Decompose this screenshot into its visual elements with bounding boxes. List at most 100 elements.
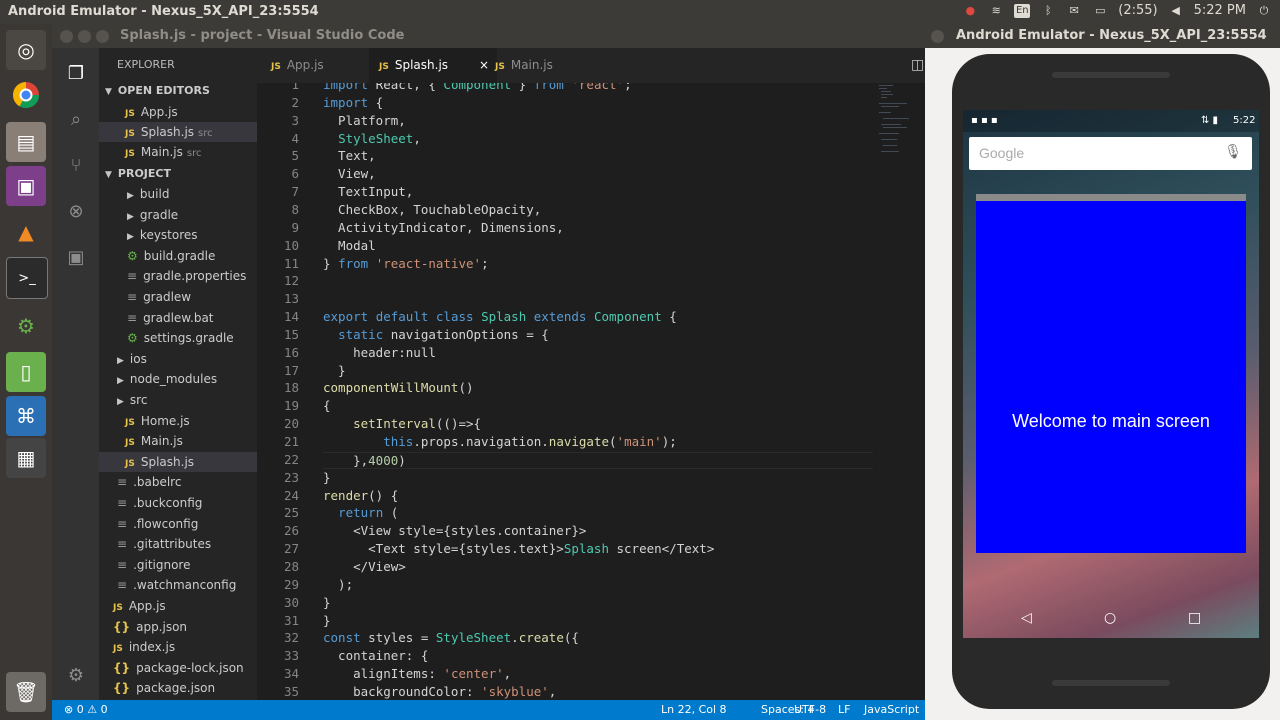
- code-line[interactable]: }: [323, 470, 331, 485]
- mic-icon[interactable]: 🎙: [1224, 144, 1242, 160]
- tree-file[interactable]: ≡ .gitignore: [99, 555, 275, 575]
- problems-indicator[interactable]: ⊗ 0 ⚠ 0: [64, 703, 108, 716]
- tree-file[interactable]: JS index.js: [99, 637, 271, 657]
- tree-folder[interactable]: ▶ node_modules: [99, 369, 275, 389]
- source-control-icon[interactable]: ⑂: [64, 154, 88, 178]
- tab-main-js[interactable]: JS Main.js: [485, 48, 563, 83]
- phone-screen[interactable]: ▪ ▪ ▪ ⇅ ▮ 5:22 Google 🎙 Welcome to main …: [963, 110, 1259, 638]
- cursor-position[interactable]: Ln 22, Col 8: [661, 703, 727, 716]
- code-line[interactable]: {: [323, 398, 331, 413]
- debug-icon[interactable]: ⊗: [64, 200, 88, 224]
- tree-file[interactable]: JS Home.js: [99, 411, 283, 431]
- code-line[interactable]: );: [323, 577, 353, 592]
- emulator-icon[interactable]: ▦: [6, 438, 46, 478]
- extensions-icon[interactable]: ▣: [64, 246, 88, 270]
- bluetooth-icon[interactable]: ᛒ: [1040, 4, 1056, 18]
- tree-folder[interactable]: ▶ src: [99, 390, 275, 410]
- tree-file[interactable]: JS Splash.js: [99, 451, 283, 472]
- code-line[interactable]: }: [323, 613, 331, 628]
- terminal-icon[interactable]: >_: [6, 257, 48, 299]
- settings-gear-icon[interactable]: ⚙: [64, 664, 88, 688]
- code-line[interactable]: </View>: [323, 559, 406, 574]
- tree-file[interactable]: ≡ .watchmanconfig: [99, 575, 275, 595]
- code-line[interactable]: setInterval(()=>{: [323, 416, 481, 431]
- code-line[interactable]: const styles = StyleSheet.create({: [323, 630, 579, 645]
- keyboard-language[interactable]: En: [1014, 3, 1031, 18]
- volume-icon[interactable]: ◀: [1168, 4, 1184, 18]
- phone-icon[interactable]: ▯: [6, 352, 46, 392]
- project-section[interactable]: ▼ PROJECT: [105, 164, 263, 184]
- code-line[interactable]: View,: [323, 166, 376, 181]
- mail-icon[interactable]: ✉: [1066, 4, 1082, 18]
- code-editor[interactable]: 1 import React, { Component } from 'react…: [257, 83, 925, 700]
- recents-icon[interactable]: □: [1188, 610, 1201, 626]
- tree-file[interactable]: {} app.json: [99, 617, 271, 637]
- emulator-close-icon[interactable]: [931, 30, 944, 43]
- tree-file[interactable]: ≡ .gitattributes: [99, 534, 275, 554]
- code-line[interactable]: TextInput,: [323, 184, 413, 199]
- code-line[interactable]: export default class Splash extends Comp…: [323, 309, 677, 324]
- code-line[interactable]: return (: [323, 505, 398, 520]
- trash-icon[interactable]: 🗑: [6, 672, 46, 712]
- code-line[interactable]: import {: [323, 95, 383, 110]
- line-ending[interactable]: LF: [838, 703, 850, 716]
- home-icon[interactable]: ○: [1104, 610, 1116, 626]
- maximize-window-icon[interactable]: [96, 30, 109, 43]
- tab-splash-js[interactable]: JS Splash.js ×: [369, 48, 497, 83]
- record-icon[interactable]: ●: [962, 4, 978, 18]
- tree-file[interactable]: JS App.js: [99, 596, 271, 616]
- battery-time[interactable]: (2:55): [1118, 3, 1157, 18]
- code-line[interactable]: container: {: [323, 648, 428, 663]
- code-line[interactable]: }: [323, 363, 346, 378]
- google-search-bar[interactable]: Google 🎙: [969, 137, 1252, 170]
- tree-file[interactable]: {} package.json: [99, 678, 271, 698]
- code-line[interactable]: componentWillMount(): [323, 380, 474, 395]
- code-line[interactable]: render() {: [323, 488, 398, 503]
- tree-file[interactable]: ≡ .buckconfig: [99, 493, 275, 513]
- vlc-icon[interactable]: ▲: [6, 212, 46, 252]
- back-icon[interactable]: ◁: [1021, 610, 1032, 626]
- close-window-icon[interactable]: [60, 30, 73, 43]
- code-line[interactable]: StyleSheet,: [323, 131, 421, 146]
- tree-file[interactable]: {} package-lock.json: [99, 658, 271, 678]
- tree-file[interactable]: JS Main.js: [99, 431, 283, 451]
- code-line[interactable]: <View style={styles.container}>: [323, 523, 586, 538]
- explorer-icon[interactable]: ❐: [64, 62, 88, 86]
- chrome-icon[interactable]: [6, 75, 46, 115]
- code-line[interactable]: Text,: [323, 148, 376, 163]
- tree-file[interactable]: ≡ .flowconfig: [99, 514, 275, 534]
- code-line[interactable]: Platform,: [323, 113, 406, 128]
- files-icon[interactable]: ▤: [6, 122, 46, 162]
- power-icon[interactable]: ⏻: [1256, 4, 1272, 18]
- code-line[interactable]: }: [323, 595, 331, 610]
- code-line[interactable]: Modal: [323, 238, 376, 253]
- minimize-window-icon[interactable]: [78, 30, 91, 43]
- open-editor-item[interactable]: JS App.js: [99, 102, 283, 122]
- code-line[interactable]: <Text style={styles.text}>Splash screen<…: [323, 541, 714, 556]
- clock[interactable]: 5:22 PM: [1194, 3, 1246, 18]
- open-editor-item[interactable]: JS Splash.js src: [99, 122, 283, 142]
- vscode-icon[interactable]: ⌘: [6, 396, 46, 436]
- minimap[interactable]: [877, 83, 917, 203]
- code-line[interactable]: } from 'react-native';: [323, 256, 489, 271]
- battery-icon[interactable]: ▭: [1092, 4, 1108, 18]
- code-line[interactable]: import React, { Component } from 'react'…: [323, 83, 632, 92]
- app-view[interactable]: Welcome to main screen: [976, 194, 1246, 553]
- tree-file[interactable]: ≡ .babelrc: [99, 472, 275, 492]
- open-editor-item[interactable]: JS Main.js src: [99, 142, 283, 162]
- media-icon[interactable]: ▣: [6, 166, 46, 206]
- code-line[interactable]: ActivityIndicator, Dimensions,: [323, 220, 564, 235]
- code-line[interactable]: alignItems: 'center',: [323, 666, 511, 681]
- code-line[interactable]: header:null: [323, 345, 436, 360]
- android-studio-icon[interactable]: ⚙: [6, 306, 46, 346]
- language-mode[interactable]: JavaScript: [864, 703, 919, 716]
- encoding[interactable]: UTF-8: [794, 703, 826, 716]
- code-line[interactable]: this.props.navigation.navigate('main');: [323, 434, 677, 449]
- code-line[interactable]: },4000): [323, 451, 873, 469]
- code-line[interactable]: backgroundColor: 'skyblue',: [323, 684, 556, 699]
- wifi-icon[interactable]: ≋: [988, 4, 1004, 18]
- tab-app-js[interactable]: JS App.js: [261, 48, 334, 83]
- code-line[interactable]: static navigationOptions = {: [323, 327, 549, 342]
- tree-folder[interactable]: ▶ ios: [99, 349, 275, 369]
- code-line[interactable]: CheckBox, TouchableOpacity,: [323, 202, 541, 217]
